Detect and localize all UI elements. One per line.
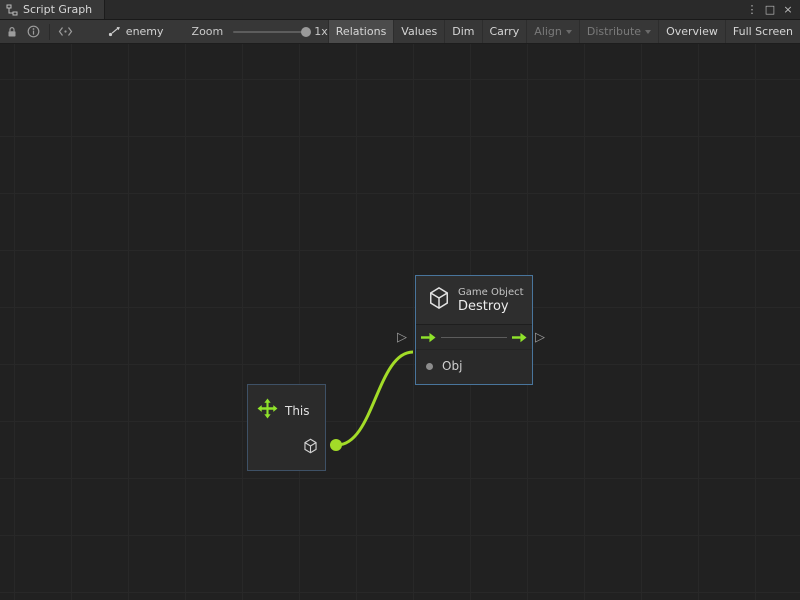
distribute-dropdown[interactable]: Distribute [579, 20, 658, 43]
flow-out-arrow-icon[interactable] [512, 328, 527, 347]
flow-input-triangle-port[interactable]: ▷ [397, 331, 407, 345]
close-icon[interactable]: × [780, 1, 796, 19]
zoom-value: 1x [314, 25, 328, 38]
graph-asset-icon [108, 26, 121, 37]
script-graph-window: Script Graph ⋮ □ × [0, 0, 800, 600]
info-icon[interactable] [26, 20, 42, 44]
window-controls: ⋮ □ × [744, 0, 800, 19]
flow-output-triangle-port[interactable]: ▷ [535, 331, 545, 345]
node-destroy[interactable]: Game Object Destroy [415, 275, 533, 385]
destroy-obj-row: Obj [416, 350, 532, 373]
obj-input-port[interactable] [426, 363, 433, 370]
overview-button[interactable]: Overview [658, 20, 725, 43]
graph-canvas[interactable]: This Game Object [0, 44, 800, 600]
tab-script-graph[interactable]: Script Graph [0, 0, 105, 19]
toolbar-buttons: Relations Values Dim Carry Align Distrib… [328, 20, 800, 43]
chevron-down-icon [566, 30, 572, 34]
align-dropdown[interactable]: Align [526, 20, 579, 43]
flow-divider-line [441, 337, 507, 338]
destroy-node-category: Game Object [458, 286, 524, 299]
game-object-cube-icon [303, 438, 318, 458]
node-this[interactable]: This [247, 384, 326, 471]
maximize-icon[interactable]: □ [762, 1, 778, 19]
fullscreen-button[interactable]: Full Screen [725, 20, 800, 43]
zoom-slider[interactable] [233, 31, 306, 33]
zoom-slider-handle[interactable] [301, 27, 311, 37]
wire-this-to-destroy[interactable] [337, 352, 413, 445]
destroy-node-title: Destroy [458, 299, 524, 315]
flow-in-arrow-icon[interactable] [421, 328, 436, 347]
relations-button[interactable]: Relations [328, 20, 394, 43]
zoom-label: Zoom [192, 25, 224, 38]
this-output-port[interactable] [330, 439, 342, 451]
game-object-cube-icon [428, 286, 450, 314]
dim-button[interactable]: Dim [444, 20, 481, 43]
carry-button[interactable]: Carry [482, 20, 527, 43]
this-node-title: This [285, 404, 310, 418]
chevron-down-icon [645, 30, 651, 34]
graph-name-label: enemy [126, 25, 164, 38]
code-fragment-icon[interactable] [58, 20, 74, 44]
obj-port-label: Obj [442, 359, 462, 373]
destroy-node-header: Game Object Destroy [416, 276, 532, 325]
destroy-flow-row [416, 325, 532, 350]
toolbar-separator [49, 24, 50, 40]
script-graph-icon [6, 4, 18, 16]
values-button[interactable]: Values [393, 20, 444, 43]
tab-title: Script Graph [23, 3, 92, 16]
toolbar: enemy Zoom 1x Relations Values Dim Carry… [0, 20, 800, 44]
titlebar: Script Graph ⋮ □ × [0, 0, 800, 20]
window-menu-icon[interactable]: ⋮ [744, 1, 760, 19]
breadcrumb-graph-enemy[interactable]: enemy [108, 25, 164, 38]
lock-icon[interactable] [4, 20, 20, 44]
connection-wire [0, 44, 800, 600]
move-arrows-icon [257, 398, 278, 423]
